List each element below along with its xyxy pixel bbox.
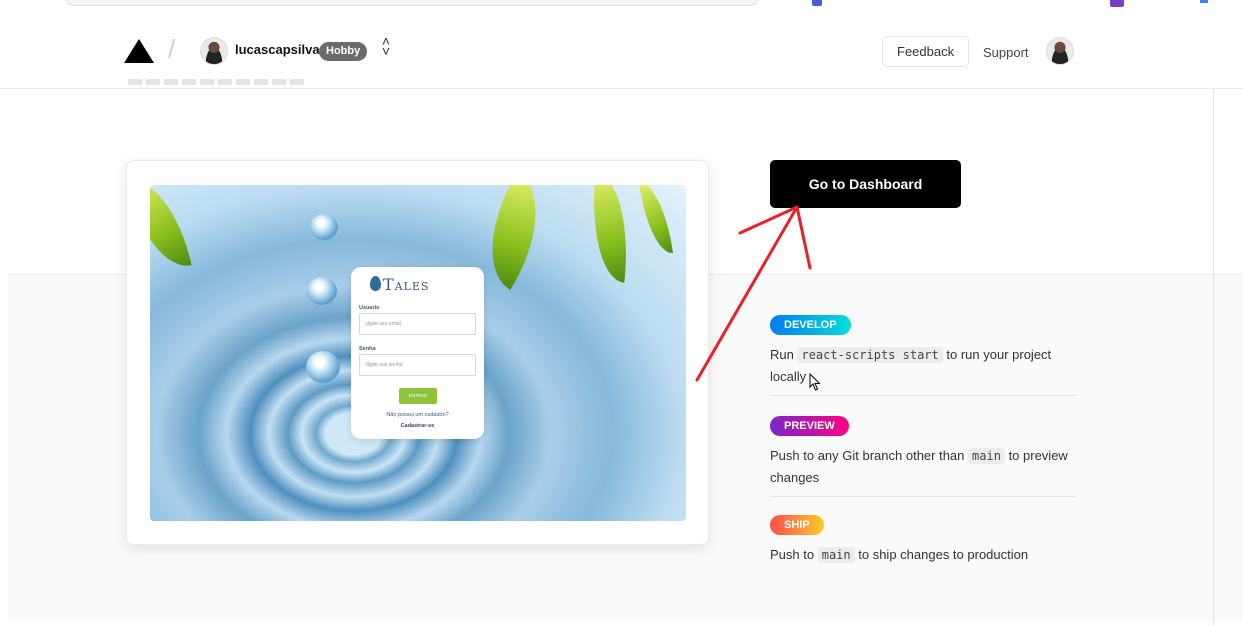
scope-switcher-chevron-icon[interactable]: ˄ ˅ (380, 34, 392, 58)
arrow-head-left (738, 205, 799, 235)
develop-command: react-scripts start (797, 347, 943, 363)
vercel-logo-icon[interactable] (124, 39, 154, 63)
step-ship: SHIP Push to main to ship changes to pro… (770, 515, 1076, 575)
register-link: Cadastrar-se (400, 423, 435, 429)
support-link[interactable]: Support (983, 45, 1029, 60)
tales-logo-icon (370, 276, 381, 291)
plan-badge: Hobby (319, 42, 368, 61)
password-label: Senha (359, 346, 376, 352)
scroll-edge-divider (1213, 89, 1214, 626)
develop-text-before: Run (770, 347, 794, 362)
go-to-dashboard-button[interactable]: Go to Dashboard (770, 160, 961, 208)
feedback-button[interactable]: Feedback (882, 36, 970, 67)
water-drop-decoration (307, 277, 337, 305)
email-field: digite seu email (359, 313, 476, 335)
deployment-preview-card[interactable]: Tales Usuario digite seu email Senha dig… (126, 160, 709, 545)
deployment-screenshot[interactable]: Tales Usuario digite seu email Senha dig… (150, 185, 686, 521)
ship-text-before: Push to (770, 547, 815, 562)
water-drop-decoration (306, 351, 340, 383)
tales-brand: Tales (383, 275, 430, 294)
no-account-text: Não possui um cadastro? (386, 412, 449, 418)
step-preview: PREVIEW Push to any Git branch other tha… (770, 416, 1076, 497)
top-navigation: / lucascapsilva Hobby ˄ ˅ Feedback Suppor… (0, 10, 1243, 89)
leaf-decoration (150, 185, 192, 275)
mouse-cursor-icon (809, 373, 821, 391)
username-label[interactable]: lucascapsilva (235, 42, 320, 57)
ship-text-after: to ship changes to production (858, 547, 1029, 562)
leaf-decoration (638, 185, 674, 257)
breadcrumb-separator: / (168, 34, 176, 64)
ship-badge: SHIP (770, 515, 824, 535)
user-avatar[interactable] (200, 37, 228, 65)
enter-button: ENTRAR (399, 388, 437, 404)
extension-icon[interactable] (1200, 0, 1208, 3)
extension-icon[interactable] (1110, 0, 1124, 7)
extension-icon[interactable] (812, 0, 822, 6)
password-field: digite sua senha (359, 354, 476, 376)
water-drop-decoration (310, 214, 338, 240)
clipped-text-remnant (128, 79, 308, 85)
develop-badge: DEVELOP (770, 315, 851, 335)
login-form-preview: Tales Usuario digite seu email Senha dig… (351, 267, 484, 439)
preview-badge: PREVIEW (770, 416, 849, 436)
account-avatar[interactable] (1046, 37, 1074, 65)
preview-branch-code: main (968, 448, 1005, 464)
ship-description: Push to main to ship changes to producti… (770, 544, 1076, 566)
browser-toolbar-remnant (0, 0, 1243, 10)
ship-branch-code: main (817, 547, 855, 563)
user-label: Usuario (359, 305, 380, 311)
address-bar[interactable] (66, 0, 758, 6)
preview-text-before: Push to any Git branch other than (770, 448, 965, 463)
leaf-decoration (584, 185, 636, 283)
preview-description: Push to any Git branch other than main t… (770, 445, 1076, 488)
arrow-head-right (795, 205, 812, 270)
page: / lucascapsilva Hobby ˄ ˅ Feedback Suppor… (0, 0, 1243, 626)
